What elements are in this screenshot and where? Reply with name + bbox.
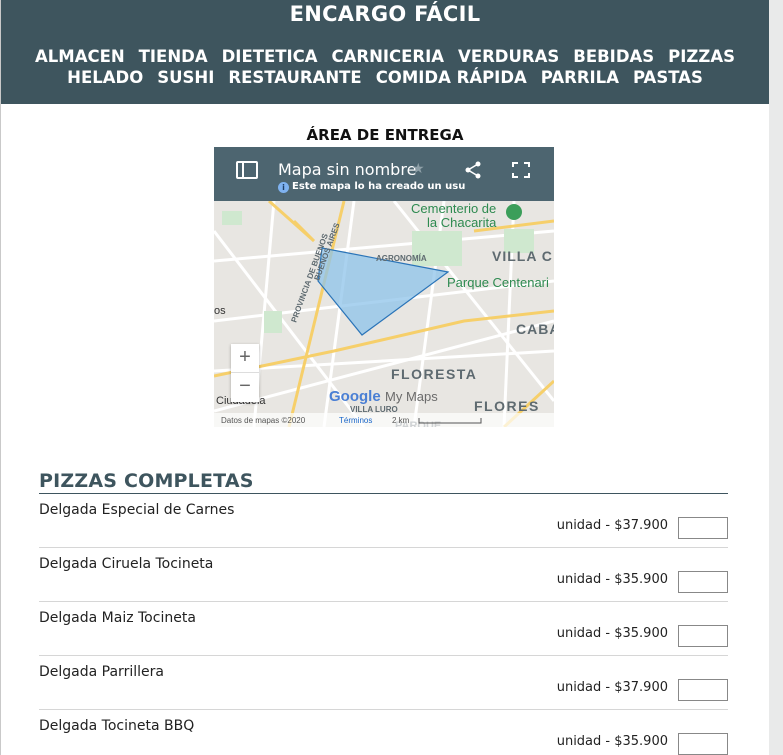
map-header: Mapa sin nombre ★ i Este mapa lo ha cread… (214, 147, 554, 201)
nav-link-pastas[interactable]: PASTAS (633, 67, 703, 88)
side-panel-icon[interactable] (236, 161, 258, 179)
product-row: Delgada Especial de Carnes unidad - $37.9… (39, 494, 728, 548)
map-label: Parque Centenari (447, 275, 549, 290)
quantity-input[interactable] (678, 625, 728, 647)
map-title[interactable]: Mapa sin nombre (278, 160, 416, 179)
page: ENCARGO FÁCIL ALMACEN TIENDA DIETETICA CARN… (0, 0, 783, 755)
product-name: Delgada Ciruela Tocineta (39, 556, 214, 572)
nav-link-verduras[interactable]: VERDURAS (458, 46, 559, 67)
map-attribution: Datos de mapas ©2020 (221, 416, 306, 425)
delivery-area-title: ÁREA DE ENTREGA (306, 126, 464, 144)
my-maps-logo: My Maps (385, 389, 438, 404)
map-subtitle: i Este mapa lo ha creado un usu (278, 181, 465, 193)
zoom-out-button[interactable]: − (231, 373, 259, 402)
zoom-in-button[interactable]: + (231, 344, 259, 373)
map-label: Cementerio de (411, 201, 496, 216)
product-row: Delgada Tocineta BBQ unidad - $35.900 (39, 710, 728, 755)
star-icon[interactable]: ★ (412, 160, 425, 177)
product-row: Delgada Maiz Tocineta unidad - $35.900 (39, 602, 728, 656)
nav-link-comida-rápida[interactable]: COMIDA RÁPIDA (376, 67, 527, 88)
quantity-input[interactable] (678, 679, 728, 701)
map-label: FLORES (474, 398, 540, 414)
product-name: Delgada Tocineta BBQ (39, 718, 195, 734)
quantity-input[interactable] (678, 517, 728, 539)
nav-link-almacen[interactable]: ALMACEN (35, 46, 125, 67)
nav-link-bebidas[interactable]: BEBIDAS (573, 46, 654, 67)
map-label: FLORESTA (391, 366, 477, 382)
top-bar: ENCARGO FÁCIL ALMACEN TIENDA DIETETICA CARN… (1, 0, 769, 104)
map-canvas[interactable]: Cementerio de la Chacarita VILLA C AGRON… (214, 201, 554, 427)
nav-link-carniceria[interactable]: CARNICERIA (332, 46, 445, 67)
nav-link-tienda[interactable]: TIENDA (139, 46, 208, 67)
map-terms-link[interactable]: Términos (339, 416, 372, 425)
category-nav-row: HELADO SUSHI RESTAURANTE COMIDA RÁPIDA PARRI… (1, 67, 769, 88)
quantity-input[interactable] (678, 733, 728, 755)
nav-link-parrila[interactable]: PARRILA (541, 67, 619, 88)
product-price: unidad - $37.900 (556, 518, 668, 533)
map-label: la Chacarita (427, 215, 497, 230)
map-label: AGRONOMÍA (376, 254, 427, 263)
nav-link-restaurante[interactable]: RESTAURANTE (228, 67, 361, 88)
product-price: unidad - $35.900 (556, 626, 668, 641)
product-name: Delgada Especial de Carnes (39, 502, 235, 518)
fullscreen-icon[interactable] (512, 162, 530, 178)
product-row: Delgada Parrillera unidad - $37.900 (39, 656, 728, 710)
product-row: Delgada Ciruela Tocineta unidad - $35.900 (39, 548, 728, 602)
pizzas-section: PIZZAS COMPLETAS Delgada Especial de Car… (39, 470, 728, 755)
nav-link-dietetica[interactable]: DIETETICA (222, 46, 318, 67)
product-list: Delgada Especial de Carnes unidad - $37.9… (39, 494, 728, 755)
product-name: Delgada Parrillera (39, 664, 164, 680)
map-label: VILLA LURO (350, 405, 398, 414)
nav-link-helado[interactable]: HELADO (67, 67, 143, 88)
site-title: ENCARGO FÁCIL (289, 2, 481, 26)
zoom-controls: + − (231, 344, 259, 402)
map-subtitle-text: Este mapa lo ha creado un usu (292, 181, 466, 192)
product-price: unidad - $35.900 (556, 572, 668, 587)
product-name: Delgada Maiz Tocineta (39, 610, 196, 626)
map-scale: 2 km (392, 416, 410, 425)
nav-link-pizzas[interactable]: PIZZAS (668, 46, 735, 67)
google-logo: Google (329, 388, 381, 405)
category-nav: ALMACEN TIENDA DIETETICA CARNICERIA VERDURAS… (1, 46, 769, 88)
map-label: VILLA C (492, 248, 553, 264)
embedded-map[interactable]: Mapa sin nombre ★ i Este mapa lo ha cread… (214, 147, 554, 427)
quantity-input[interactable] (678, 571, 728, 593)
map-label: os (214, 305, 226, 317)
map-label: CABA (516, 321, 554, 337)
category-nav-row: ALMACEN TIENDA DIETETICA CARNICERIA VERDURAS… (1, 46, 769, 67)
info-icon: i (278, 182, 289, 193)
cemetery-pin-icon (506, 204, 522, 220)
nav-link-sushi[interactable]: SUSHI (157, 67, 214, 88)
share-icon[interactable] (464, 161, 482, 179)
product-price: unidad - $35.900 (556, 734, 668, 749)
section-title: PIZZAS COMPLETAS (39, 470, 728, 494)
product-price: unidad - $37.900 (556, 680, 668, 695)
